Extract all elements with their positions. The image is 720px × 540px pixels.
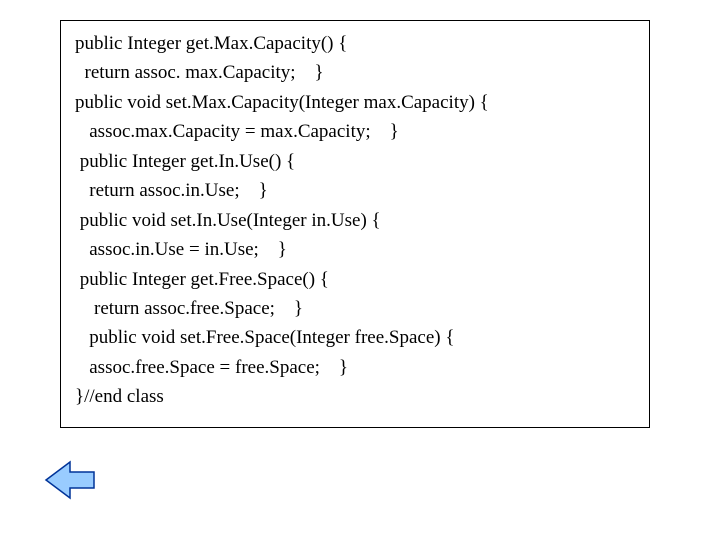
code-line: return assoc.in.Use; } (75, 176, 639, 205)
code-box: public Integer get.Max.Capacity() { retu… (60, 20, 650, 428)
code-line: public Integer get.Free.Space() { (75, 265, 639, 294)
arrow-left-icon (44, 460, 96, 500)
code-line: public Integer get.Max.Capacity() { (75, 29, 639, 58)
back-button[interactable] (44, 460, 96, 500)
code-line: return assoc.free.Space; } (75, 294, 639, 323)
code-line: public void set.Max.Capacity(Integer max… (75, 88, 639, 117)
code-line: public void set.In.Use(Integer in.Use) { (75, 206, 639, 235)
code-line: assoc.free.Space = free.Space; } (75, 353, 639, 382)
code-line: public Integer get.In.Use() { (75, 147, 639, 176)
code-line: }//end class (75, 382, 639, 411)
code-line: return assoc. max.Capacity; } (75, 58, 639, 87)
code-line: assoc.max.Capacity = max.Capacity; } (75, 117, 639, 146)
code-line: assoc.in.Use = in.Use; } (75, 235, 639, 264)
code-line: public void set.Free.Space(Integer free.… (75, 323, 639, 352)
